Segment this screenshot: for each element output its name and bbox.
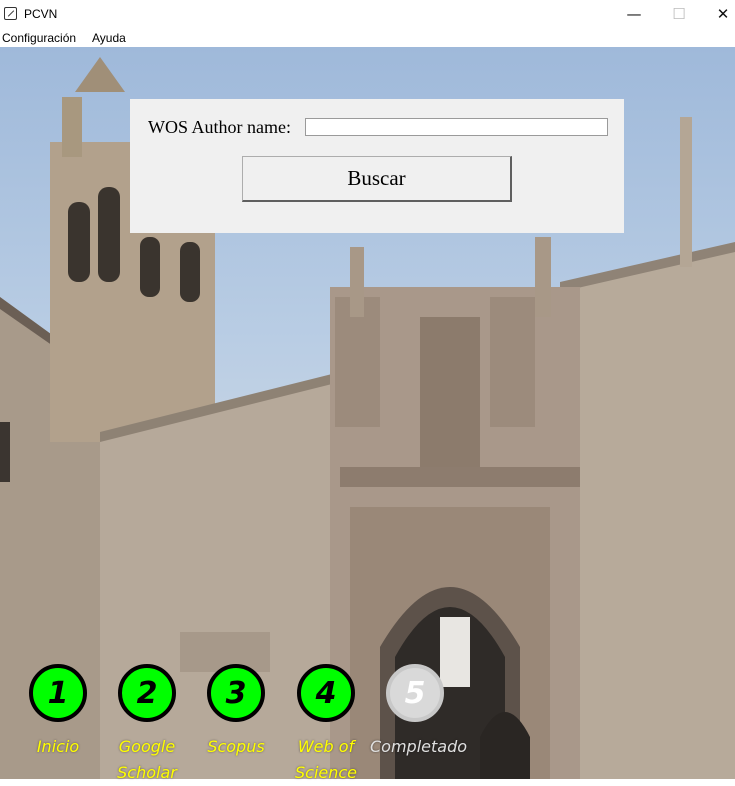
- step-label: Scopus: [207, 737, 265, 756]
- menu-bar: Configuración Ayuda: [0, 30, 735, 47]
- search-panel: WOS Author name: Buscar: [130, 99, 624, 233]
- menu-ayuda[interactable]: Ayuda: [92, 31, 126, 45]
- step-google-scholar: 2 Google Scholar: [102, 664, 192, 786]
- step-label: Inicio: [36, 737, 80, 756]
- maximize-button[interactable]: ☐: [656, 0, 702, 30]
- step-completado: 5 Completado: [370, 664, 468, 760]
- step-circle: 1: [29, 664, 87, 722]
- step-inicio: 1 Inicio: [13, 664, 103, 760]
- step-scopus: 3 Scopus: [191, 664, 281, 760]
- step-circle: 5: [386, 664, 444, 722]
- step-label: Google Scholar: [117, 737, 177, 782]
- step-label: Web of Science: [294, 737, 358, 782]
- window-title: PCVN: [24, 7, 58, 21]
- buscar-button[interactable]: Buscar: [242, 156, 512, 202]
- title-bar: PCVN — ☐ ✕: [0, 0, 735, 30]
- wos-author-input[interactable]: [305, 118, 608, 136]
- step-circle: 2: [118, 664, 176, 722]
- step-label: Completado: [370, 737, 468, 756]
- step-circle: 4: [297, 664, 355, 722]
- step-web-of-science: 4 Web of Science: [281, 664, 371, 786]
- menu-configuracion[interactable]: Configuración: [2, 31, 76, 45]
- wos-author-label: WOS Author name:: [148, 117, 291, 137]
- minimize-button[interactable]: —: [611, 0, 657, 30]
- step-circle: 3: [207, 664, 265, 722]
- close-button[interactable]: ✕: [700, 0, 735, 30]
- app-icon: [4, 7, 17, 20]
